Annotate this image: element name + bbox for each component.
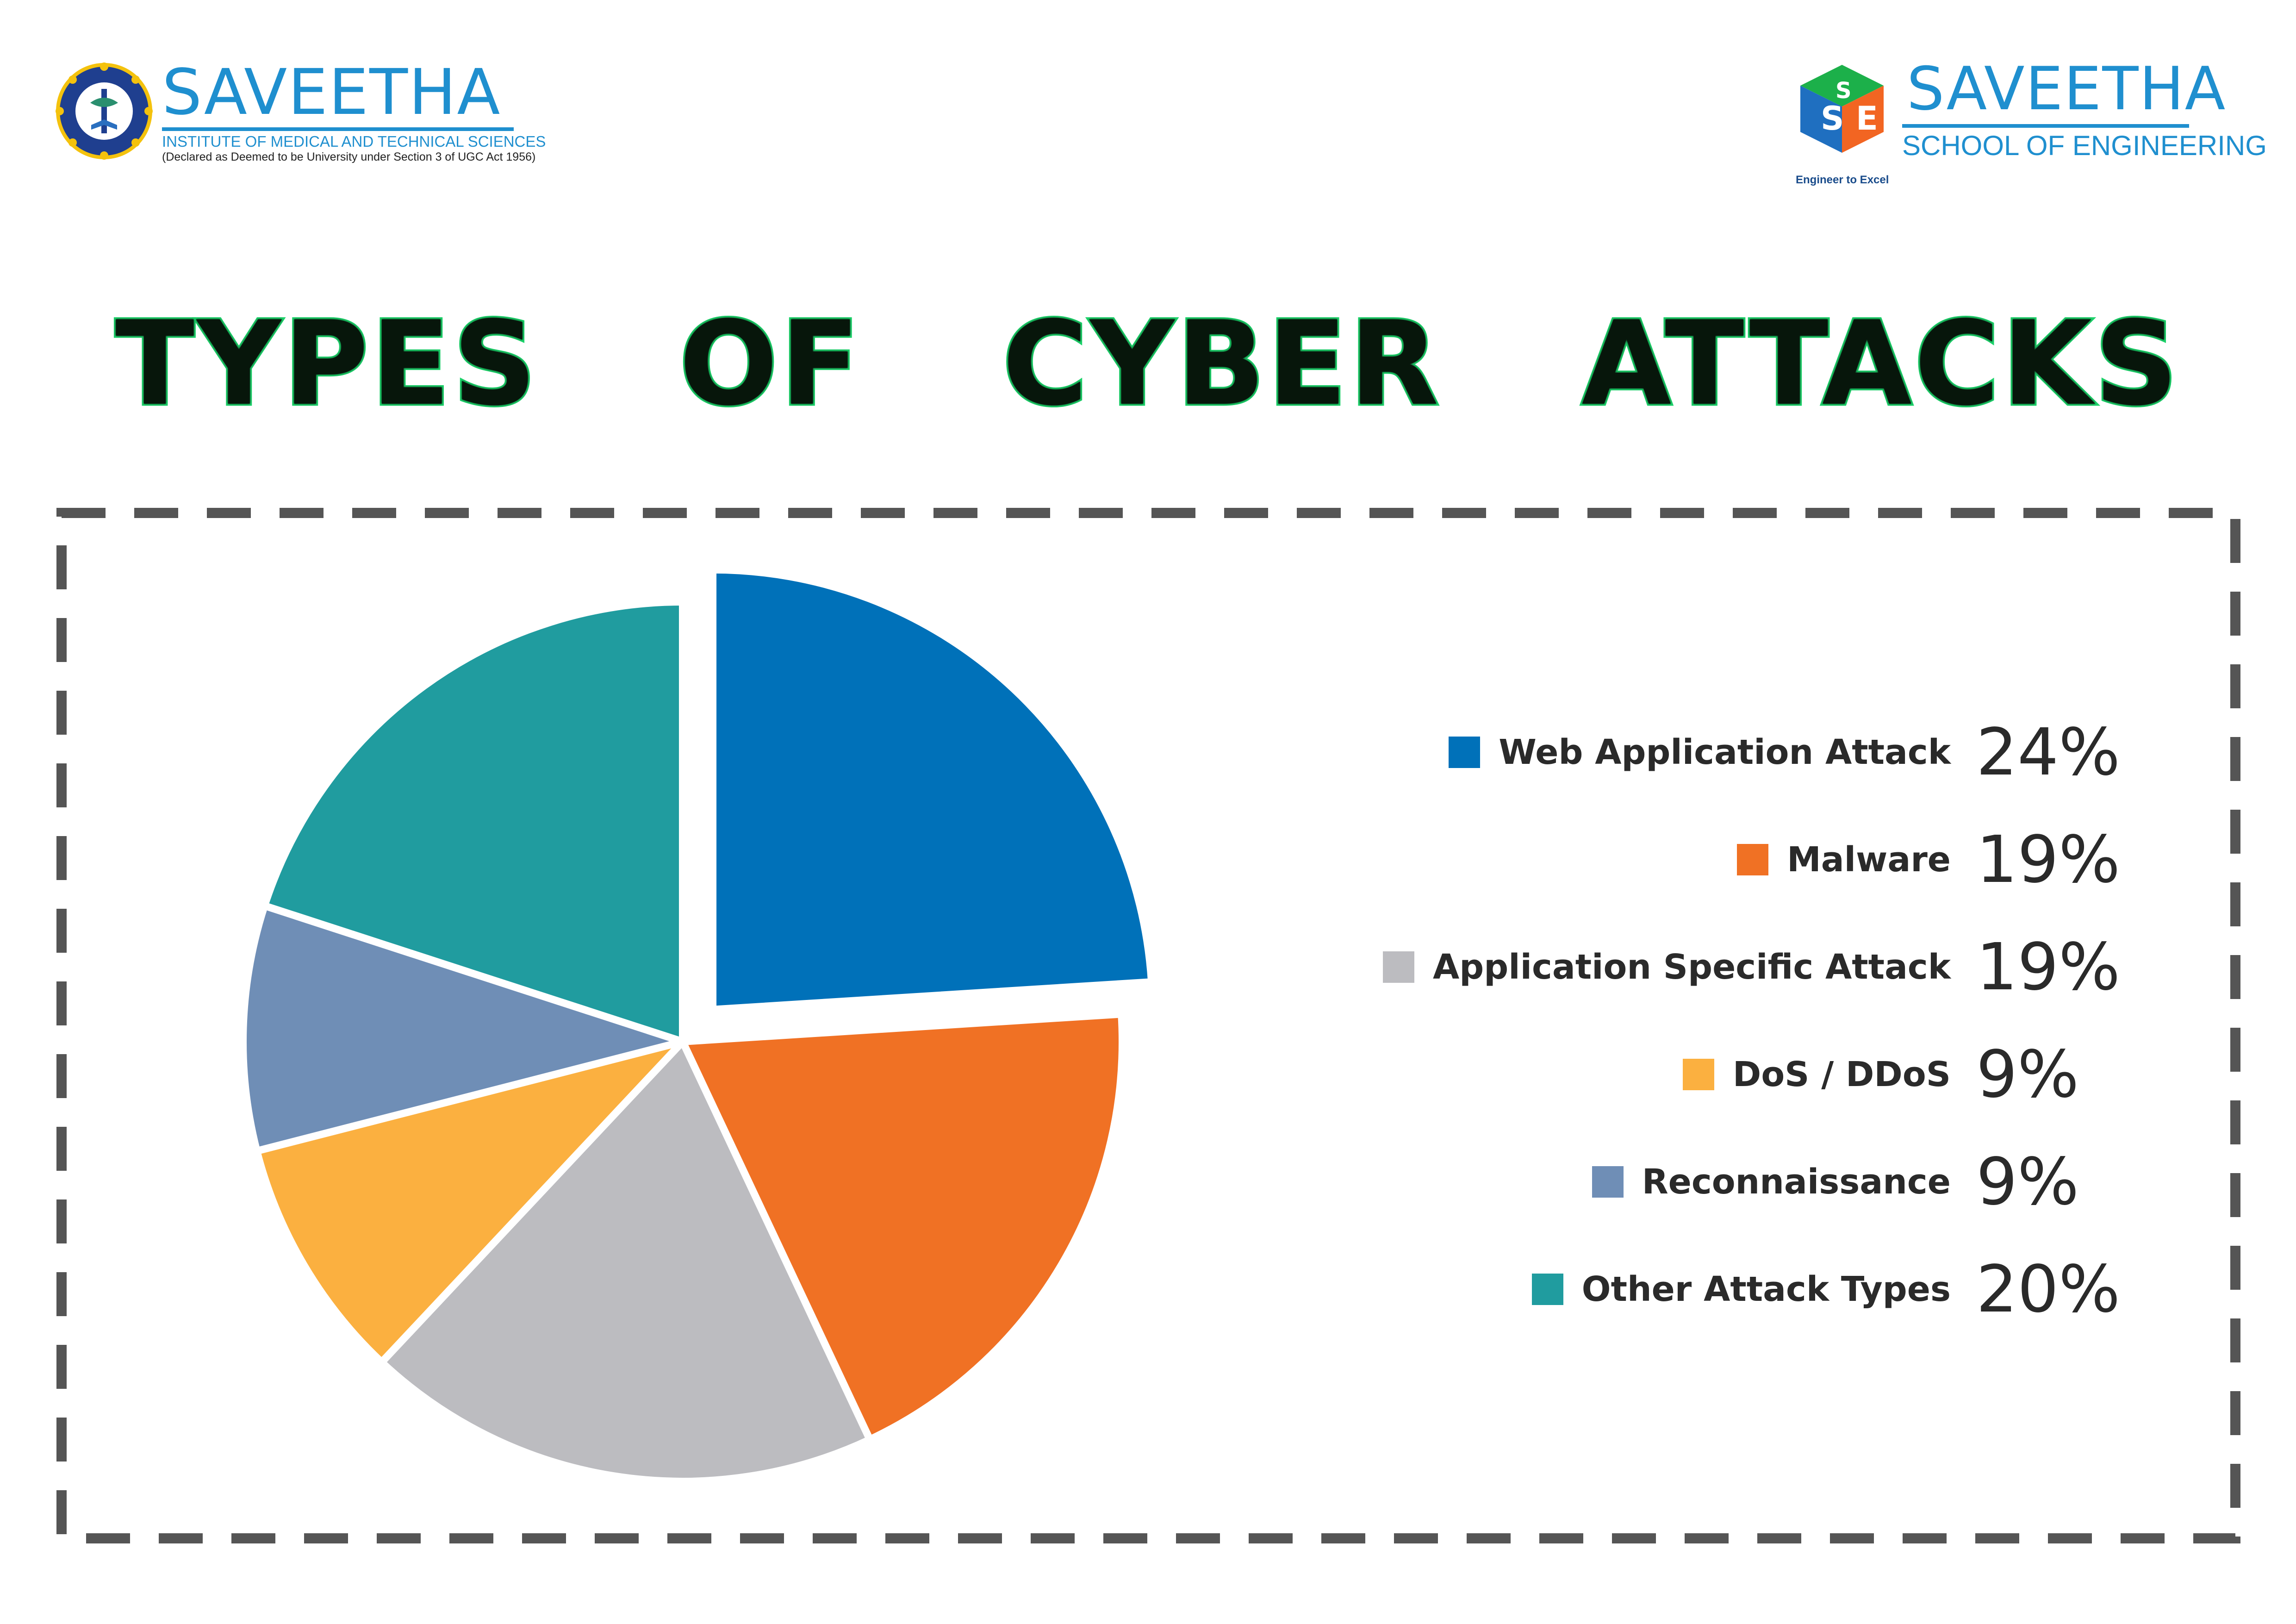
legend-label: DoS / DDoS: [1732, 1055, 1951, 1094]
legend-item-malware: Malware 19%: [1737, 822, 2129, 898]
legend-value: 20%: [1976, 1251, 2121, 1327]
legend-label: Reconnaissance: [1642, 1162, 1951, 1202]
legend-label: Web Application Attack: [1499, 732, 1951, 772]
legend-label: Application Specific Attack: [1433, 947, 1951, 987]
legend-swatch: [1592, 1166, 1624, 1198]
legend-value: 9%: [1976, 1037, 2079, 1112]
legend-value: 9%: [1976, 1144, 2079, 1220]
legend-value: 19%: [1976, 822, 2121, 898]
legend-item-reconnaissance: Reconnaissance 9%: [1592, 1144, 2129, 1220]
legend-value: 24%: [1976, 714, 2121, 790]
legend-swatch: [1449, 737, 1481, 768]
legend-swatch: [1737, 844, 1769, 875]
legend-label: Malware: [1787, 840, 1951, 880]
legend-item-dos-ddos: DoS / DDoS 9%: [1682, 1037, 2129, 1112]
pie-slice-web-application-attack: [709, 566, 1156, 1013]
legend-swatch: [1682, 1059, 1714, 1090]
legend-item-web-application-attack: Web Application Attack 24%: [1449, 715, 2129, 790]
legend-item-other-attack-types: Other Attack Types 20%: [1531, 1252, 2129, 1327]
pie-chart: [239, 566, 1156, 1485]
legend-swatch: [1531, 1274, 1563, 1305]
legend-value: 19%: [1976, 929, 2121, 1005]
legend-item-application-specific-attack: Application Specific Attack 19%: [1383, 930, 2129, 1005]
legend-label: Other Attack Types: [1581, 1269, 1951, 1309]
legend-swatch: [1383, 951, 1415, 983]
